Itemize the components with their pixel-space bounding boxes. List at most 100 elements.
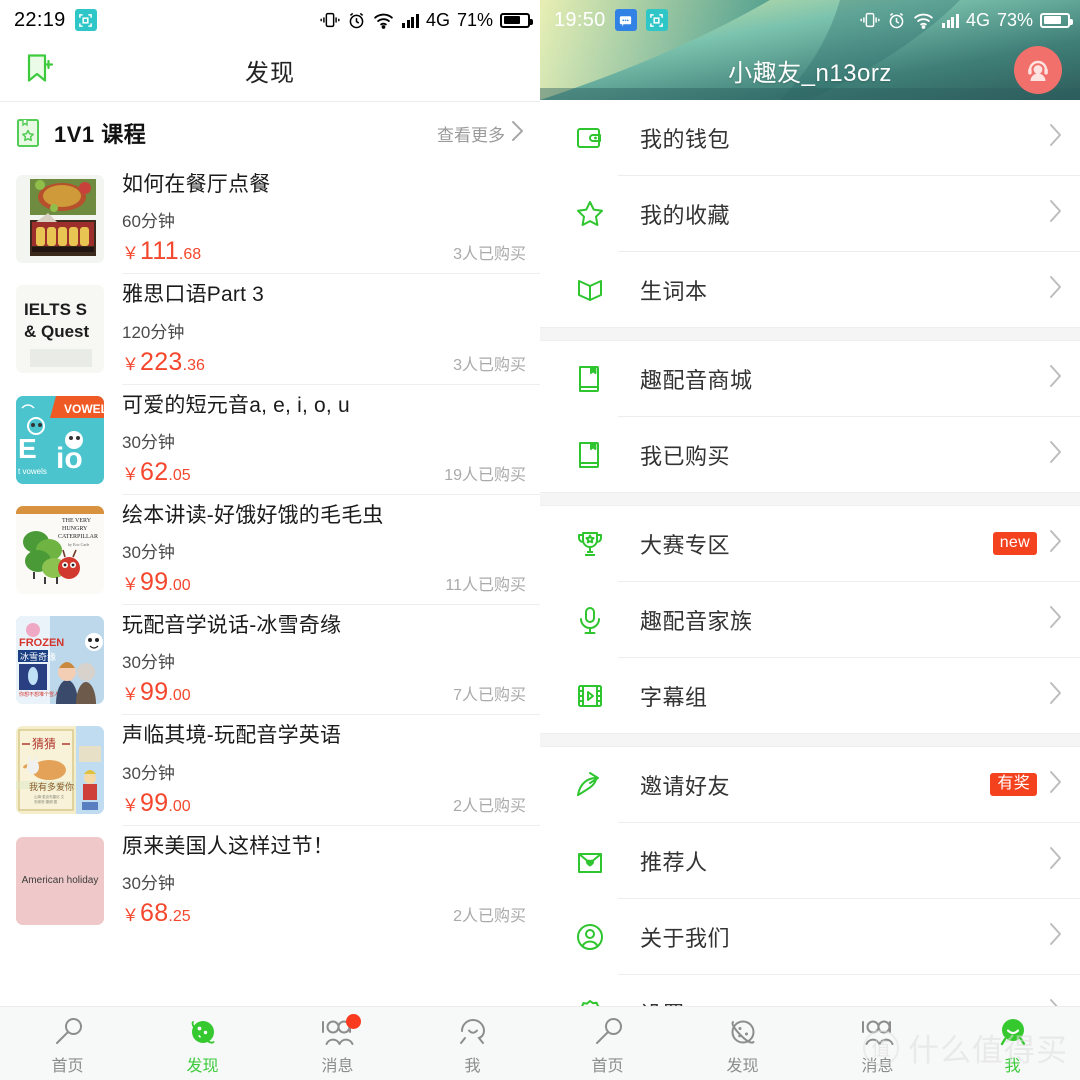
course-item[interactable]: American holiday 原来美国人这样过节！ 30分钟 ￥ 68 .2… — [0, 826, 540, 935]
status-icons-right: 4G 73% — [860, 9, 1073, 31]
course-info: 可爱的短元音a, e, i, o, u 30分钟 ￥ 62 .05 19人已购买 — [122, 393, 526, 494]
course-item[interactable]: VOWEL E io t vowels 可爱的短元音a, e, i, o, u … — [0, 385, 540, 494]
course-item[interactable]: THE VERY HUNGRY CATERPILLAR by Eric Carl… — [0, 495, 540, 604]
restaurant-food-thumbnail — [16, 175, 104, 263]
network-type: 4G — [965, 9, 990, 30]
course-info: 玩配音学说话-冰雪奇缘 30分钟 ￥ 99 .00 7人已购买 — [122, 613, 526, 714]
user-circle-icon — [570, 921, 610, 953]
menu-label: 大赛专区 — [640, 532, 731, 558]
avatar[interactable] — [1014, 46, 1062, 94]
course-item[interactable]: IELTS S & Quest 雅思口语Part 3 120分钟 ￥ 223 .… — [0, 274, 540, 383]
tab-home[interactable]: 首页 — [0, 1011, 135, 1076]
course-duration: 30分钟 — [122, 432, 175, 452]
menu-item-invite[interactable]: 邀请好友 有奖 — [540, 747, 1080, 822]
tab-label: 首页 — [51, 1058, 84, 1075]
menu-group: 大赛专区 new 趣配音家族 字幕组 — [540, 506, 1080, 733]
course-duration: 30分钟 — [122, 543, 175, 562]
svg-text:CATERPILLAR: CATERPILLAR — [58, 534, 98, 540]
menu-right — [1049, 364, 1062, 393]
svg-text:THE VERY: THE VERY — [62, 518, 92, 524]
menu-right — [1049, 681, 1062, 710]
menu-group: 我的钱包 我的收藏 生词本 — [540, 100, 1080, 327]
chevron-right-icon — [1049, 770, 1062, 799]
course-price: ￥ 223 .36 — [122, 349, 205, 375]
menu-item-referrer[interactable]: 推荐人 — [540, 823, 1080, 898]
svg-text:冰雪奇缘: 冰雪奇缘 — [20, 651, 56, 662]
course-price: ￥ 68 .25 — [122, 898, 191, 927]
course-title: 绘本讲读-好饿好饿的毛毛虫 — [122, 503, 384, 527]
price-integer: 111 — [140, 237, 179, 266]
chevron-right-icon — [1049, 529, 1062, 558]
price-integer: 68 — [140, 898, 169, 927]
status-time: 19:50 — [554, 8, 606, 31]
menu-item-favorites[interactable]: 我的收藏 — [540, 176, 1080, 251]
menu-right — [1049, 922, 1062, 951]
menu-item-contest[interactable]: 大赛专区 new — [540, 506, 1080, 581]
price-integer: 99 — [140, 788, 169, 817]
trophy-icon — [570, 528, 610, 560]
tab-messages[interactable]: 消息 — [810, 1011, 945, 1076]
chevron-right-icon — [1049, 922, 1062, 951]
profile-header: 19:50 4G 73% 小趣友_n13orz — [540, 0, 1080, 100]
alarm-icon — [347, 11, 366, 30]
network-type: 4G — [425, 9, 450, 30]
menu-item-wallet[interactable]: 我的钱包 — [540, 100, 1080, 175]
tab-label: 消息 — [321, 1058, 354, 1075]
svg-text:IELTS S: IELTS S — [24, 300, 87, 319]
menu-item-vocabulary[interactable]: 生词本 — [540, 252, 1080, 327]
menu-item-store[interactable]: 趣配音商城 — [540, 341, 1080, 416]
view-more-button[interactable]: 查看更多 — [437, 120, 524, 147]
svg-text:E: E — [18, 433, 37, 464]
course-info: 声临其境-玩配音学英语 30分钟 ￥ 99 .00 2人已购买 — [122, 723, 526, 824]
menu-item-purchased[interactable]: 我已购买 — [540, 417, 1080, 492]
price-decimal: .05 — [168, 466, 191, 484]
planet-icon — [726, 1015, 760, 1049]
people-icon — [319, 1014, 361, 1049]
menu-group: 趣配音商城 我已购买 — [540, 341, 1080, 492]
course-list: 如何在餐厅点餐 60分钟 ￥ 111 .68 3人已购买 IELTS S & Q… — [0, 164, 540, 935]
menu-label: 生词本 — [640, 278, 708, 304]
course-item[interactable]: 猜猜 我有多爱你 山姆·麦克布雷尼 文 安妮塔·婕朗 图 声临其境-玩配音学英语… — [0, 715, 540, 824]
envelope-heart-icon — [570, 845, 610, 877]
course-duration: 30分钟 — [122, 763, 175, 783]
tab-messages[interactable]: 消息 — [270, 1011, 405, 1076]
tab-me[interactable]: 我 — [405, 1011, 540, 1076]
bookmark-add-icon[interactable] — [22, 51, 56, 90]
tab-discover[interactable]: 发现 — [675, 1011, 810, 1076]
buyer-count: 2人已购买 — [453, 797, 526, 815]
svg-text:安妮塔·婕朗 图: 安妮塔·婕朗 图 — [34, 799, 58, 804]
menu-group: 邀请好友 有奖 推荐人 关于我们 — [540, 747, 1080, 1050]
course-duration: 30分钟 — [122, 873, 175, 893]
battery-percent: 71% — [456, 9, 493, 30]
person-icon — [456, 1015, 490, 1049]
battery-icon — [1040, 12, 1073, 28]
menu-item-about-us[interactable]: 关于我们 — [540, 899, 1080, 974]
microphone-icon — [570, 604, 610, 636]
svg-text:你想不想堆个雪人: 你想不想堆个雪人 — [19, 691, 59, 698]
buyer-count: 11人已购买 — [445, 577, 526, 594]
american-holiday-thumbnail: American holiday — [16, 836, 104, 925]
menu-right — [1049, 275, 1062, 304]
course-price: ￥ 111 .68 — [122, 239, 201, 264]
buyer-count: 19人已购买 — [444, 466, 526, 484]
username: 小趣友_n13orz — [728, 59, 892, 87]
menu-label: 我的收藏 — [640, 202, 731, 228]
guess-how-much-thumbnail: 猜猜 我有多爱你 山姆·麦克布雷尼 文 安妮塔·婕朗 图 — [16, 726, 104, 815]
chevron-right-icon — [511, 120, 524, 147]
svg-text:山姆·麦克布雷尼 文: 山姆·麦克布雷尼 文 — [34, 794, 65, 799]
vibrate-icon — [320, 11, 340, 29]
menu-right — [1049, 846, 1062, 875]
tab-home[interactable]: 首页 — [540, 1011, 675, 1076]
tab-label: 发现 — [726, 1058, 759, 1075]
price-integer: 99 — [140, 568, 169, 596]
svg-text:我有多爱你: 我有多爱你 — [29, 781, 74, 792]
section-title: 1V1 课程 — [54, 122, 147, 147]
course-item[interactable]: FROZEN 冰雪奇缘 你想不想堆个雪人 玩配音学说话-冰雪奇缘 30分钟 ￥ … — [0, 605, 540, 714]
tab-me[interactable]: 我 — [945, 1011, 1080, 1076]
menu-item-family[interactable]: 趣配音家族 — [540, 582, 1080, 657]
price-decimal: .36 — [182, 356, 205, 374]
menu-item-subtitle-group[interactable]: 字幕组 — [540, 658, 1080, 733]
profile-header-row: 小趣友_n13orz — [540, 40, 1080, 100]
tab-discover[interactable]: 发现 — [135, 1011, 270, 1076]
course-item[interactable]: 如何在餐厅点餐 60分钟 ￥ 111 .68 3人已购买 — [0, 164, 540, 273]
